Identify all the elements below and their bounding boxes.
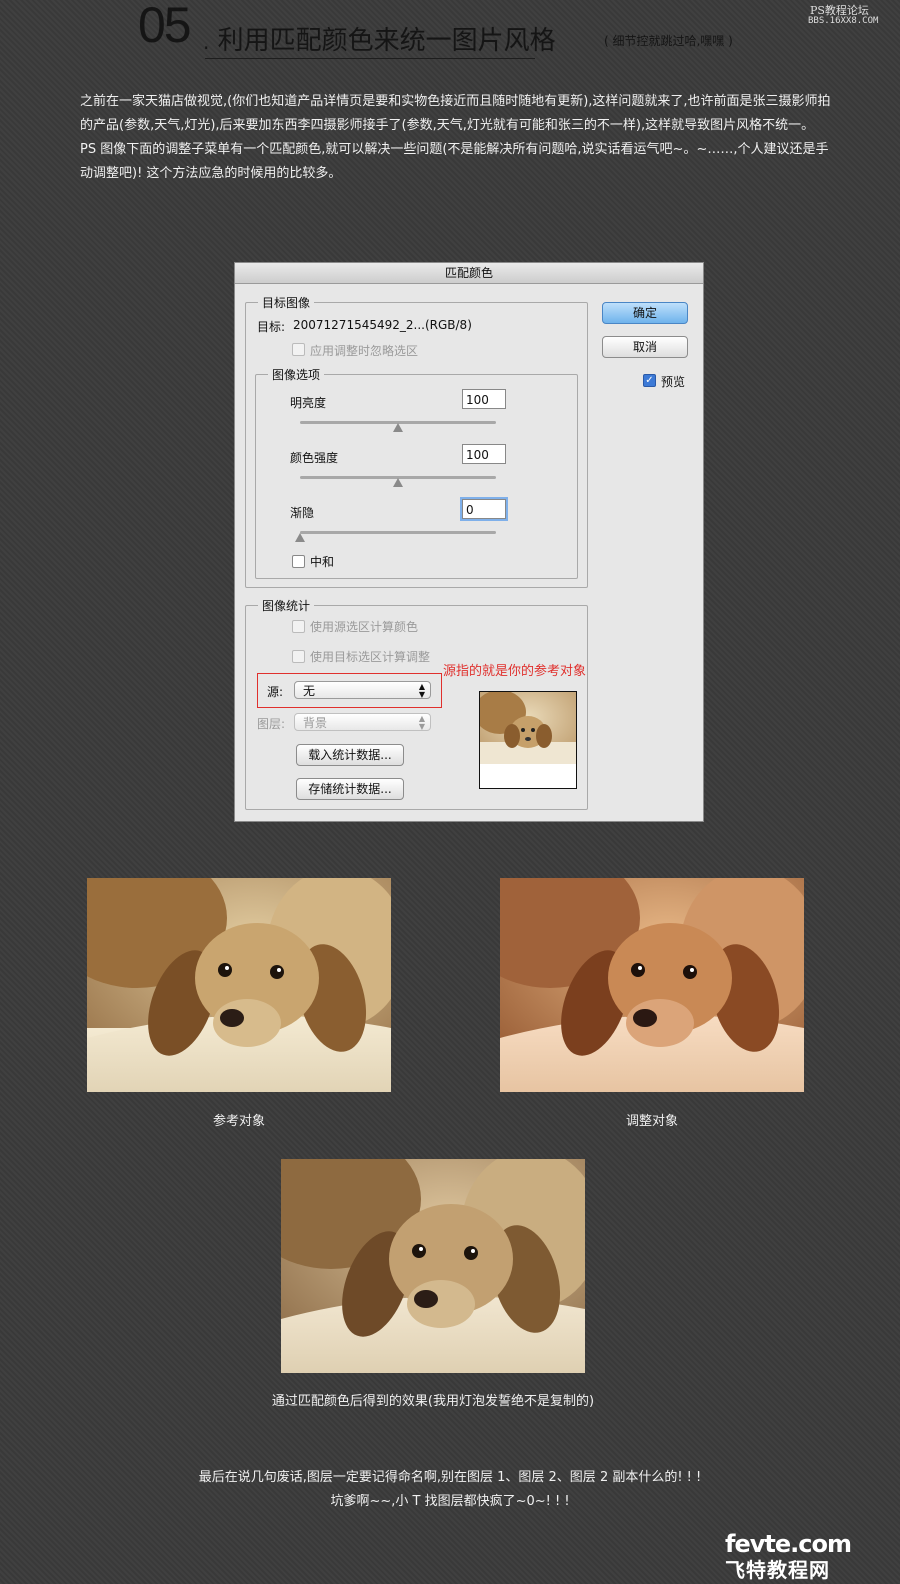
use-target-selection-label: 使用目标选区计算调整 — [310, 650, 431, 664]
dialog-title: 匹配颜色 — [235, 263, 703, 284]
ok-button[interactable]: 确定 — [602, 302, 688, 324]
image-statistics-legend: 图像统计 — [258, 597, 315, 614]
title-underline — [205, 58, 535, 59]
reference-puppy-image — [87, 878, 391, 1092]
site-url: BBS.16XX8.COM — [808, 16, 879, 26]
use-target-selection-checkbox[interactable] — [292, 650, 305, 663]
title-note: ( 细节控就跳过哈,嘿嘿 ) — [604, 34, 733, 48]
luminance-input[interactable]: 100 — [462, 389, 506, 409]
load-statistics-button[interactable]: 载入统计数据... — [296, 744, 404, 766]
source-annotation: 源指的就是你的参考对象 — [443, 664, 587, 679]
outro-text: 最后在说几句废话,图层一定要记得命名啊,别在图层 1、图层 2、图层 2 副本什… — [0, 1466, 900, 1514]
source-preview-thumbnail — [479, 691, 577, 789]
fevte-watermark: fevte.com 飞特教程网 — [725, 1530, 852, 1583]
intro-text: 之前在一家天猫店做视觉,(你们也知道产品详情页是要和实物色接近而且随时随地有更新… — [80, 90, 838, 186]
fade-slider-thumb[interactable] — [295, 533, 305, 542]
fade-label: 渐隐 — [290, 506, 315, 520]
result-photo — [281, 1159, 585, 1373]
select-arrows-icon: ▲ ▼ — [418, 714, 425, 731]
outro-line-2: 坑爹啊~~,小 T 找图层都快疯了~0~! ! ! — [330, 1494, 570, 1509]
intro-paragraph-2: PS 图像下面的调整子菜单有一个匹配颜色,就可以解决一些问题(不是能解决所有问题… — [80, 142, 829, 181]
use-source-selection-checkbox[interactable] — [292, 620, 305, 633]
outro-line-1: 最后在说几句废话,图层一定要记得命名啊,别在图层 1、图层 2、图层 2 副本什… — [198, 1470, 702, 1485]
adjust-photo — [500, 878, 804, 1092]
layer-select[interactable]: 背景 ▲ ▼ — [294, 713, 431, 731]
save-statistics-button[interactable]: 存储统计数据... — [296, 778, 404, 800]
match-color-dialog: 匹配颜色 目标图像 目标: 20071271545492_2...(RGB/8)… — [234, 262, 704, 822]
fade-slider-track[interactable] — [300, 531, 496, 534]
image-options-legend: 图像选项 — [268, 366, 325, 383]
preview-label: 预览 — [661, 375, 686, 389]
intensity-slider-thumb[interactable] — [393, 478, 403, 487]
adjust-puppy-image — [500, 878, 804, 1092]
adjust-caption: 调整对象 — [625, 1114, 678, 1129]
reference-caption: 参考对象 — [212, 1114, 265, 1129]
layer-label: 图层: — [257, 717, 286, 731]
neutralize-label: 中和 — [310, 555, 335, 569]
cancel-button[interactable]: 取消 — [602, 336, 688, 358]
neutralize-checkbox[interactable] — [292, 555, 305, 568]
luminance-slider-thumb[interactable] — [393, 423, 403, 432]
target-label: 目标: — [257, 320, 286, 334]
reference-photo — [87, 878, 391, 1092]
target-value: 20071271545492_2...(RGB/8) — [293, 318, 472, 332]
use-source-selection-label: 使用源选区计算颜色 — [310, 620, 419, 634]
section-number: 05 — [138, 0, 192, 53]
ignore-selection-label: 应用调整时忽略选区 — [310, 344, 419, 358]
title-dot: . — [203, 30, 210, 54]
intensity-label: 颜色强度 — [290, 451, 339, 465]
section-title: . 利用匹配颜色来统一图片风格 — [203, 20, 556, 57]
layer-select-value: 背景 — [303, 716, 328, 730]
ignore-selection-checkbox[interactable] — [292, 343, 305, 356]
intensity-input[interactable]: 100 — [462, 444, 506, 464]
fade-input[interactable]: 0 — [460, 497, 508, 521]
result-puppy-image — [281, 1159, 585, 1373]
watermark-name: 飞特教程网 — [725, 1558, 830, 1582]
title-text: 利用匹配颜色来统一图片风格 — [217, 26, 556, 56]
puppy-thumbnail-image — [480, 692, 576, 764]
source-highlight-box — [257, 673, 442, 708]
result-caption: 通过匹配颜色后得到的效果(我用灯泡发誓绝不是复制的) — [271, 1394, 595, 1409]
intro-paragraph-1: 之前在一家天猫店做视觉,(你们也知道产品详情页是要和实物色接近而且随时随地有更新… — [80, 94, 831, 133]
target-image-legend: 目标图像 — [258, 294, 315, 311]
preview-checkbox[interactable]: ✓ — [643, 374, 656, 387]
luminance-label: 明亮度 — [290, 396, 327, 410]
